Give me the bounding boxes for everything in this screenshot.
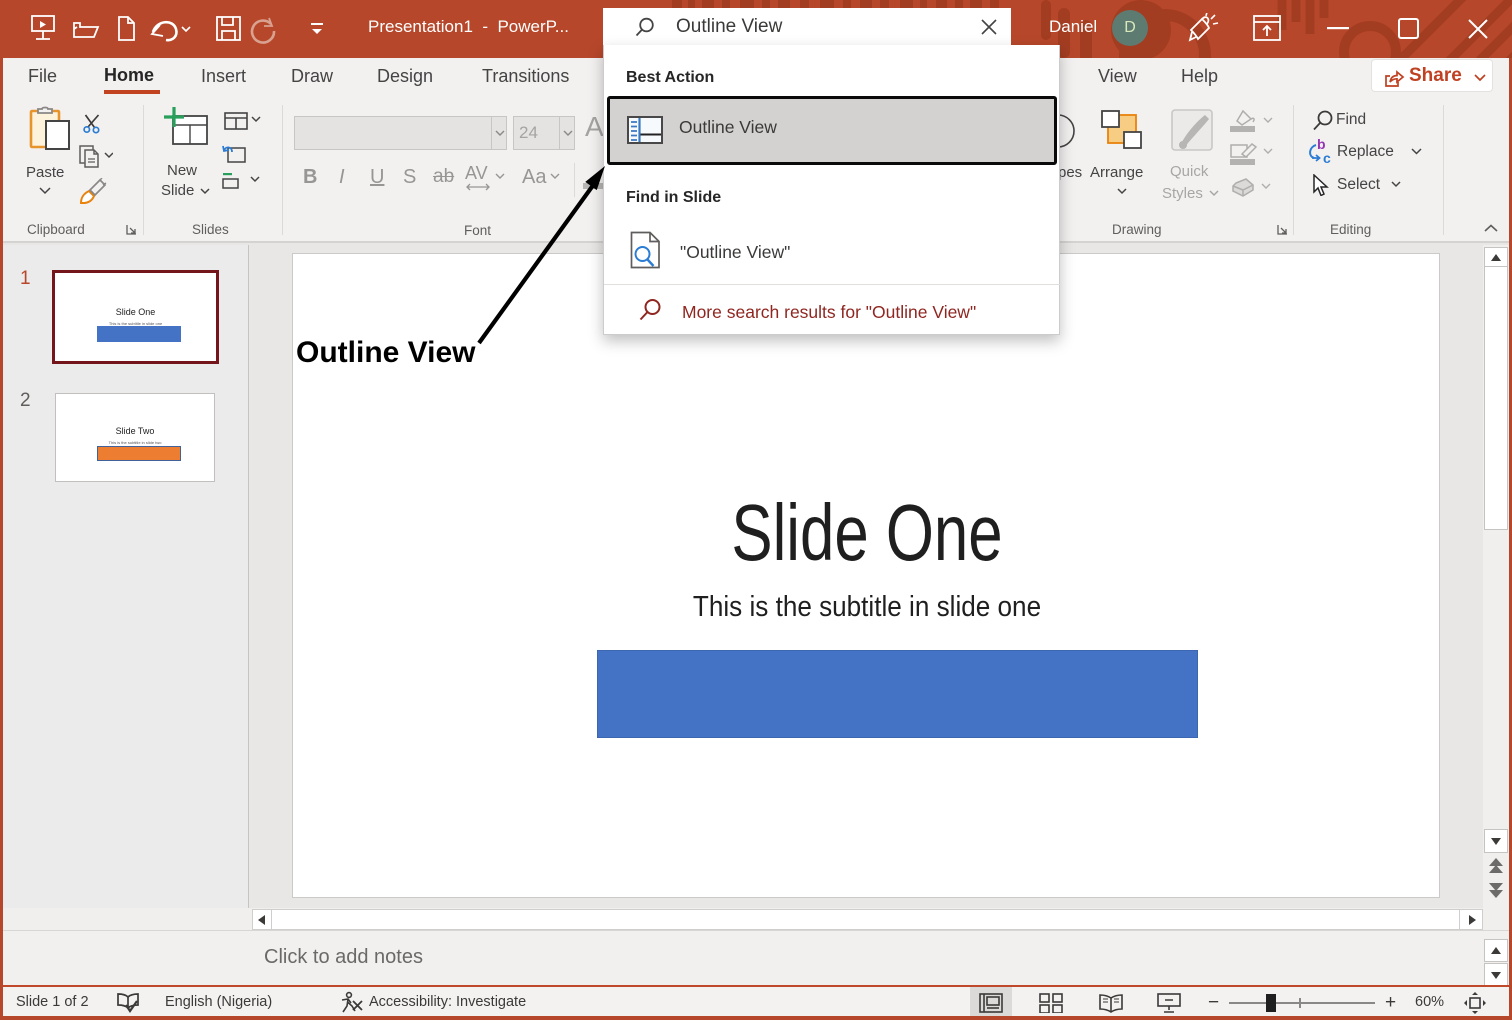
svg-text:c: c — [1323, 150, 1331, 165]
